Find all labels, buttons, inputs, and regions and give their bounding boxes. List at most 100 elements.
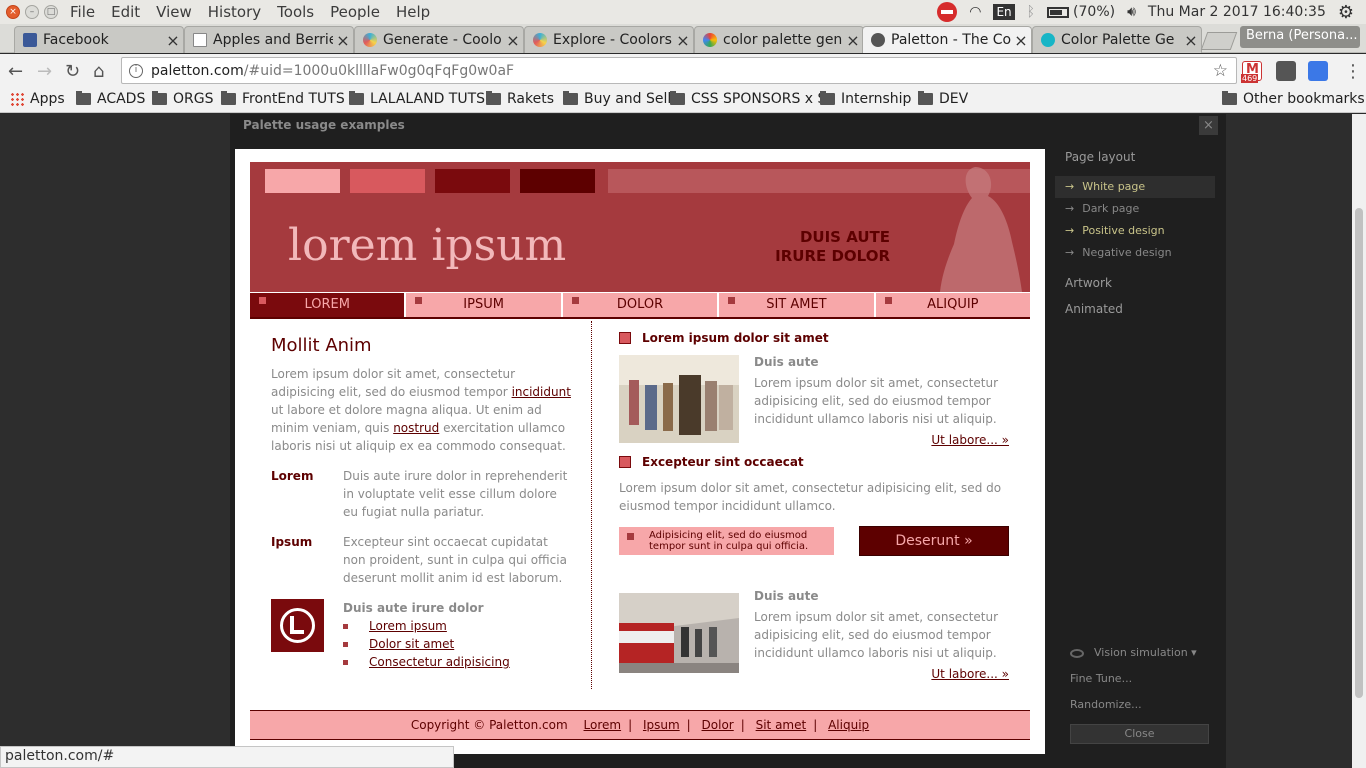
info-icon[interactable]: i xyxy=(129,63,143,78)
footer-link-dolor[interactable]: Dolor xyxy=(702,718,734,732)
option-dark-page[interactable]: → Dark page xyxy=(1055,198,1215,220)
list-link[interactable]: Dolor sit amet xyxy=(369,637,454,651)
tab-close-icon[interactable]: × xyxy=(673,31,693,50)
nav-item-sit-amet[interactable]: SIT AMET xyxy=(719,293,874,317)
volume-icon[interactable]: 🔊︎ xyxy=(1127,4,1136,20)
menu-tools[interactable]: Tools xyxy=(277,3,314,21)
tab-close-icon[interactable]: × xyxy=(843,31,863,50)
read-more-link[interactable]: Ut labore... » xyxy=(931,431,1009,449)
artwork-link[interactable]: Artwork xyxy=(1065,276,1215,290)
lightbulb-extension-icon[interactable] xyxy=(1276,61,1296,81)
nav-bullet xyxy=(259,297,266,304)
header-title: lorem ipsum xyxy=(288,220,567,271)
nav-item-aliquip[interactable]: ALIQUIP xyxy=(875,293,1031,317)
bookmark-folder[interactable]: DEV xyxy=(918,91,968,107)
tab-close-icon[interactable]: × xyxy=(503,31,523,50)
bookmark-folder[interactable]: Internship xyxy=(820,91,911,107)
example-header: lorem ipsum DUIS AUTE IRURE DOLOR xyxy=(250,162,1030,292)
dialog-close-icon[interactable]: × xyxy=(1199,116,1218,135)
animated-link[interactable]: Animated xyxy=(1065,302,1215,316)
menu-help[interactable]: Help xyxy=(396,3,430,21)
forward-arrow-icon[interactable]: → xyxy=(37,61,52,82)
tab-generate-coolors[interactable]: Generate - Coolo × xyxy=(354,26,524,53)
color-swatch xyxy=(265,169,340,193)
gmail-icon[interactable]: M 469 xyxy=(1241,61,1262,83)
tab-apples-and-berries[interactable]: Apples and Berrie × xyxy=(184,26,354,53)
menu-view[interactable]: View xyxy=(156,3,192,21)
address-bar[interactable]: i paletton.com/#uid=1000u0kllllaFw0g0qFq… xyxy=(121,57,1237,84)
tab-close-icon[interactable]: × xyxy=(1011,31,1031,50)
settings-gear-icon[interactable]: ⚙ xyxy=(1338,2,1354,23)
menu-people[interactable]: People xyxy=(330,3,380,21)
bookmark-folder[interactable]: ORGS xyxy=(152,91,213,107)
reload-icon[interactable]: ↻ xyxy=(65,61,80,82)
nav-item-ipsum[interactable]: IPSUM xyxy=(406,293,561,317)
link-nostrud[interactable]: nostrud xyxy=(393,421,439,435)
deserunt-button[interactable]: Deserunt » xyxy=(859,526,1009,556)
nav-item-dolor[interactable]: DOLOR xyxy=(562,293,718,317)
canva-icon xyxy=(1041,33,1055,47)
bookmark-folder[interactable]: LALALAND TUTS xyxy=(349,91,485,107)
do-not-disturb-icon[interactable] xyxy=(937,2,958,22)
extension-icon[interactable] xyxy=(1308,61,1328,81)
read-more-link[interactable]: Ut labore... » xyxy=(931,665,1009,683)
tab-explore-coolors[interactable]: Explore - Coolors × xyxy=(524,26,694,53)
bookmark-folder[interactable]: ACADS xyxy=(76,91,145,107)
back-arrow-icon[interactable]: ← xyxy=(8,61,23,82)
address-host: paletton.com xyxy=(151,62,244,79)
tab-close-icon[interactable]: × xyxy=(333,31,353,50)
menu-history[interactable]: History xyxy=(208,3,261,21)
tab-google-search[interactable]: color palette gen × xyxy=(694,26,864,53)
vision-simulation-dropdown[interactable]: Vision simulation ▾ xyxy=(1070,640,1220,666)
page-scrollbar[interactable] xyxy=(1352,114,1366,768)
option-white-page[interactable]: → White page xyxy=(1055,176,1215,198)
tab-facebook[interactable]: Facebook × xyxy=(14,26,184,53)
os-top-bar: × – □ File Edit View History Tools Peopl… xyxy=(0,0,1366,24)
window-close-button[interactable]: × xyxy=(6,5,20,19)
bluetooth-icon[interactable]: ᛒ xyxy=(1027,4,1035,20)
menu-file[interactable]: File xyxy=(70,3,95,21)
bookmark-folder[interactable]: FrontEnd TUTS xyxy=(221,91,345,107)
battery-indicator[interactable]: (70%) xyxy=(1047,4,1115,20)
window-minimize-button[interactable]: – xyxy=(25,5,39,19)
wifi-icon[interactable]: ◠ xyxy=(969,4,981,20)
column-divider xyxy=(591,321,592,689)
bookmark-folder[interactable]: Rakets xyxy=(486,91,554,107)
system-tray: ◠ En ᛒ (70%) 🔊︎ Thu Mar 2 2017 16:40:35 … xyxy=(937,0,1366,24)
chrome-menu-icon[interactable]: ⋮ xyxy=(1344,61,1362,82)
footer-link-lorem[interactable]: Lorem xyxy=(584,718,622,732)
bookmark-apps[interactable]: Apps xyxy=(10,91,65,107)
keyboard-language-indicator[interactable]: En xyxy=(993,4,1015,20)
new-tab-button[interactable] xyxy=(1200,32,1238,50)
tab-close-icon[interactable]: × xyxy=(1181,31,1201,50)
bookmark-folder[interactable]: CSS SPONSORS x S xyxy=(670,91,826,107)
list-link[interactable]: Consectetur adipisicing xyxy=(369,655,510,669)
randomize-link[interactable]: Randomize... xyxy=(1070,692,1220,718)
tab-paletton[interactable]: Paletton - The Co × xyxy=(862,26,1032,53)
footer-link-aliquip[interactable]: Aliquip xyxy=(828,718,869,732)
option-positive-design[interactable]: → Positive design xyxy=(1055,220,1215,242)
profile-button[interactable]: Berna (Persona... xyxy=(1240,26,1360,48)
page-layout-heading[interactable]: Page layout xyxy=(1065,150,1215,164)
tab-color-palette-generator[interactable]: Color Palette Ge × xyxy=(1032,26,1202,53)
option-negative-design[interactable]: → Negative design xyxy=(1055,242,1215,264)
bookmark-folder[interactable]: Buy and Sell xyxy=(563,91,671,107)
footer-link-ipsum[interactable]: Ipsum xyxy=(643,718,680,732)
toolbar: ← → ↻ ⌂ i paletton.com/#uid=1000u0klllla… xyxy=(0,54,1366,87)
menu-edit[interactable]: Edit xyxy=(111,3,140,21)
scrollbar-thumb[interactable] xyxy=(1355,208,1363,698)
other-bookmarks[interactable]: Other bookmarks xyxy=(1222,91,1365,107)
clock[interactable]: Thu Mar 2 2017 16:40:35 xyxy=(1148,4,1326,20)
dialog-title: Palette usage examples xyxy=(243,118,405,132)
window-maximize-button[interactable]: □ xyxy=(44,5,58,19)
tab-close-icon[interactable]: × xyxy=(163,31,183,50)
paletton-icon xyxy=(871,33,885,47)
footer-link-sit-amet[interactable]: Sit amet xyxy=(756,718,807,732)
nav-item-lorem[interactable]: LOREM xyxy=(250,293,405,317)
list-link[interactable]: Lorem ipsum xyxy=(369,619,447,633)
link-incididunt[interactable]: incididunt xyxy=(512,385,571,399)
home-icon[interactable]: ⌂ xyxy=(93,61,104,82)
close-button[interactable]: Close xyxy=(1070,724,1209,744)
bookmark-star-icon[interactable]: ☆ xyxy=(1213,61,1228,81)
fine-tune-link[interactable]: Fine Tune... xyxy=(1070,666,1220,692)
